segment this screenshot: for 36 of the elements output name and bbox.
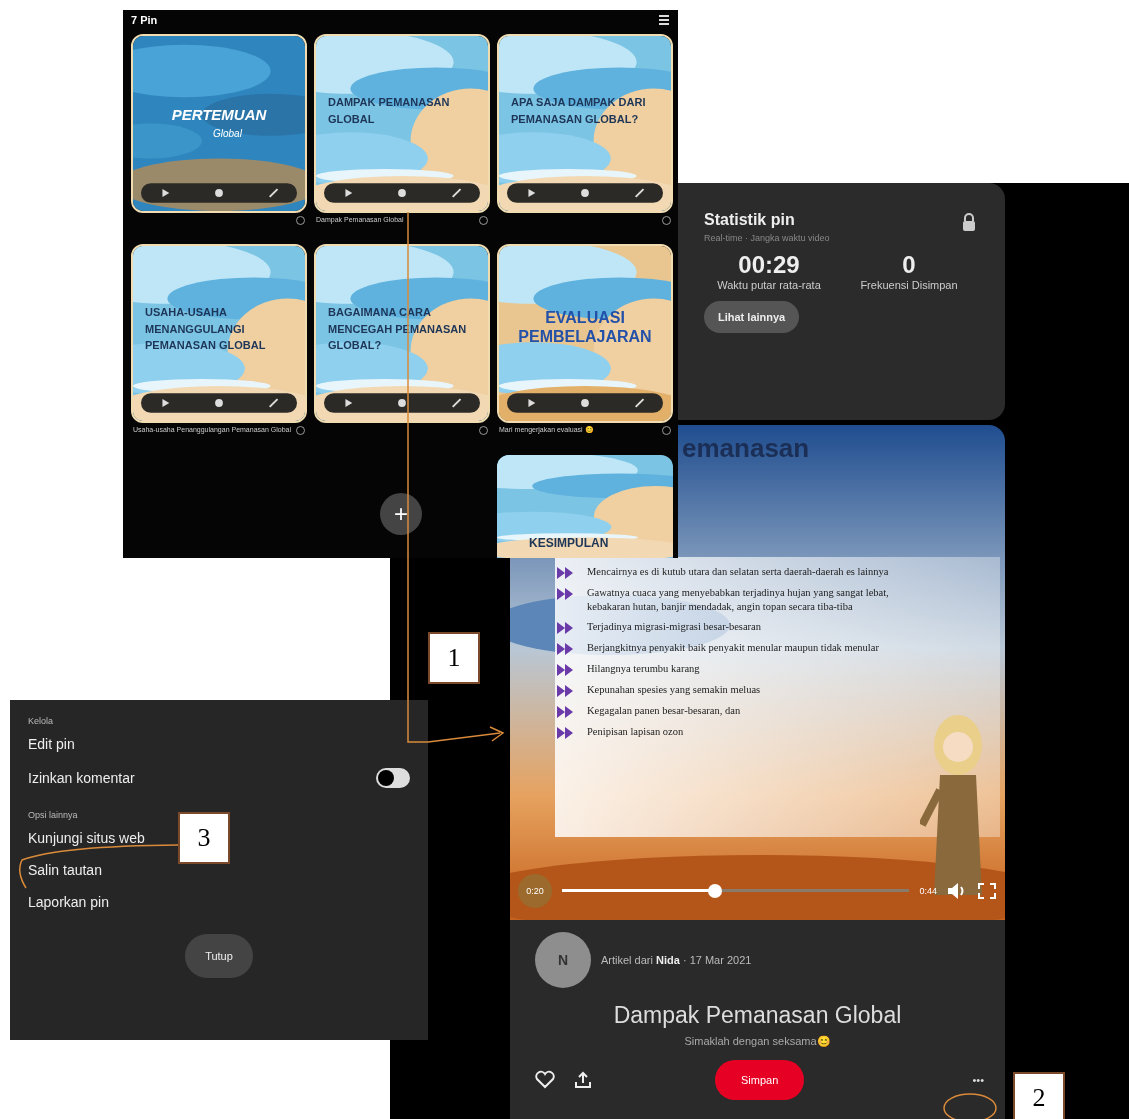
heart-icon[interactable] — [535, 1070, 555, 1090]
tile-title: APA SAJA DAMPAK DARI PEMANASAN GLOBAL? — [511, 95, 647, 127]
metric-label: Frekuensi Disimpan — [860, 279, 958, 291]
pin-title: Dampak Pemanasan Global — [612, 1002, 903, 1029]
toggle-switch[interactable] — [376, 768, 410, 788]
menu-item[interactable]: Salin tautan — [28, 862, 410, 878]
annotation-label: 2 — [1013, 1072, 1065, 1119]
author-line: Artikel dari Nida · 17 Mar 2021 — [601, 954, 752, 966]
save-button[interactable]: Simpan — [715, 1060, 805, 1100]
close-button[interactable]: Tutup — [185, 934, 253, 978]
tile-title: PERTEMUAN — [170, 106, 268, 123]
more-button[interactable]: ••• — [966, 1073, 990, 1087]
annotation-label: 1 — [428, 632, 480, 684]
menu-item[interactable]: Edit pin — [28, 736, 410, 752]
sort-icon[interactable] — [658, 14, 670, 26]
menu-item[interactable]: Laporkan pin — [28, 894, 410, 910]
section-heading: Opsi lainnya — [28, 810, 79, 820]
pin-tile[interactable]: PERTEMUAN Global — [131, 34, 307, 213]
lock-icon — [961, 213, 977, 231]
see-more-button[interactable]: Lihat lainnya — [704, 301, 800, 333]
pin-tile[interactable]: APA SAJA DAMPAK DARI PEMANASAN GLOBAL? — [497, 34, 673, 213]
pin-description: Simaklah dengan seksama😊 — [683, 1035, 832, 1048]
tile-title: EVALUASI PEMBELAJARAN — [517, 308, 653, 347]
annotation-label: 3 — [178, 812, 230, 864]
metric-value: 0 — [902, 251, 916, 279]
section-heading: Kelola — [28, 716, 55, 726]
metric-value: 00:29 — [738, 251, 800, 279]
metric-label: Waktu putar rata-rata — [717, 279, 821, 291]
pin-tile[interactable]: EVALUASI PEMBELAJARAN — [497, 244, 673, 423]
pin-count: 7 Pin — [131, 14, 158, 26]
avatar[interactable]: N — [535, 932, 591, 988]
tile-subtitle: Global — [213, 128, 242, 139]
menu-item[interactable]: Izinkan komentar — [28, 770, 135, 786]
share-icon[interactable] — [573, 1070, 593, 1090]
stats-title: Statistik pin — [704, 211, 795, 229]
stats-subtitle: Real-time · Jangka waktu video — [704, 233, 831, 243]
